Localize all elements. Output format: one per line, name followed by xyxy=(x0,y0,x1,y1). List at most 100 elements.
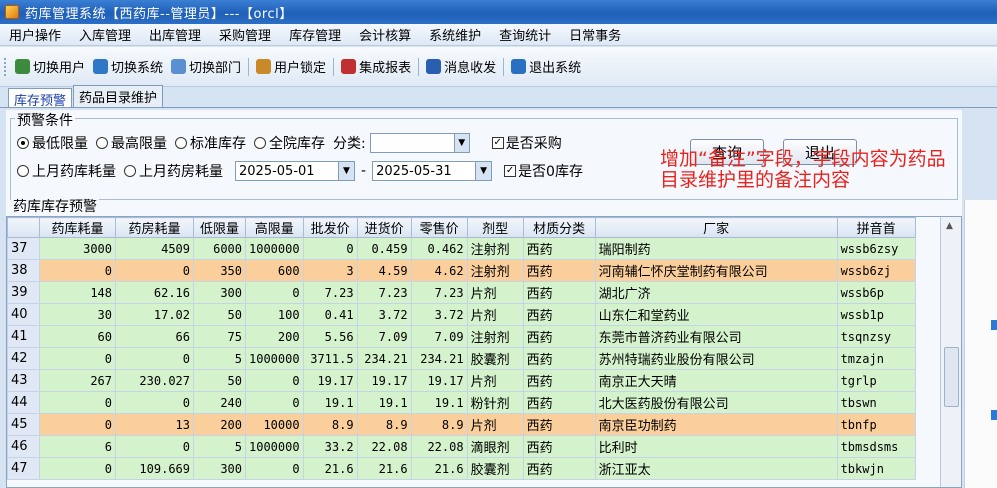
row-number: 41 xyxy=(7,325,40,348)
toolbar-button-1[interactable]: 切换系统 xyxy=(89,57,167,76)
chevron-down-icon[interactable]: ▼ xyxy=(475,162,492,180)
toolbar-button-3[interactable]: 用户锁定 xyxy=(252,57,330,76)
radio-max-limit[interactable]: 最高限量 xyxy=(96,133,167,153)
table-cell: 5.56 xyxy=(302,325,358,348)
column-header-1[interactable]: 药库耗量 xyxy=(39,217,116,238)
column-header-2[interactable]: 药房耗量 xyxy=(115,217,194,238)
table-cell: 350 xyxy=(193,259,246,282)
menu-item-2[interactable]: 出库管理 xyxy=(140,25,210,44)
menu-item-4[interactable]: 库存管理 xyxy=(280,25,350,44)
menu-item-7[interactable]: 查询统计 xyxy=(490,25,560,44)
radio-hospital-stock[interactable]: 全院库存 xyxy=(254,133,325,153)
table-cell: 21.6 xyxy=(302,457,358,480)
table-cell: wssb6zsy xyxy=(836,237,916,260)
table-cell: 0 xyxy=(115,347,194,370)
purchase-checkbox[interactable]: ✓ 是否采购 xyxy=(491,133,562,153)
table-cell: 0 xyxy=(39,347,116,370)
column-header-6[interactable]: 进货价 xyxy=(356,217,412,238)
table-cell: 19.17 xyxy=(302,369,358,392)
toolbar-button-2[interactable]: 切换部门 xyxy=(167,57,245,76)
conditions-row-2: 上月药库耗量 上月药房耗量 2025-05-01 ▼ - 2025-05-31 … xyxy=(17,161,583,181)
table-cell: 10000 xyxy=(245,413,304,436)
vertical-scrollbar[interactable]: ▲ xyxy=(940,217,961,487)
table-cell: 0 xyxy=(302,237,358,260)
radio-pharmacy-usage-dispensary[interactable]: 上月药房耗量 xyxy=(124,161,223,181)
table-cell: 3711.5 xyxy=(302,347,358,370)
table-cell: tbnfp xyxy=(836,413,916,436)
column-header-7[interactable]: 零售价 xyxy=(410,217,468,238)
table-cell: 注射剂 xyxy=(466,325,524,348)
table-cell: 200 xyxy=(193,413,246,436)
radio-min-limit[interactable]: 最低限量 xyxy=(17,133,88,153)
menu-item-6[interactable]: 系统维护 xyxy=(420,25,490,44)
column-header-0[interactable] xyxy=(7,217,40,238)
table-row[interactable]: 40 30 17.02 50 100 0.41 3.72 3.72 片剂 西药 山东仁和堂药业 wss… xyxy=(7,303,916,326)
toolbar-button-4[interactable]: 集成报表 xyxy=(337,57,415,76)
table-row[interactable]: 38 0 0 350 600 3 4.59 4.62 注射剂 西药 河南辅仁怀庆堂制药有限公司 wss… xyxy=(7,259,916,282)
table-cell: 13 xyxy=(115,413,194,436)
table-cell: 75 xyxy=(193,325,246,348)
chevron-down-icon[interactable]: ▼ xyxy=(453,134,469,152)
table-cell: 山东仁和堂药业 xyxy=(594,303,838,326)
scroll-up-icon[interactable]: ▲ xyxy=(946,221,953,231)
table-cell: 瑞阳制药 xyxy=(594,237,838,260)
radio-label: 上月药房耗量 xyxy=(139,164,223,180)
tab-drug-catalog[interactable]: 药品目录维护 xyxy=(73,85,164,107)
radio-pharmacy-usage-warehouse[interactable]: 上月药库耗量 xyxy=(17,161,116,181)
table-cell: 230.027 xyxy=(115,369,194,392)
table-cell: 西药 xyxy=(522,369,596,392)
column-header-11[interactable]: 拼音首 xyxy=(836,217,916,238)
table-cell: 西药 xyxy=(522,435,596,458)
table-cell: wssb1p xyxy=(836,303,916,326)
table-cell: 267 xyxy=(39,369,116,392)
toolbar-button-6[interactable]: 退出系统 xyxy=(507,57,585,76)
category-select[interactable]: ▼ xyxy=(369,133,470,153)
table-header-row: 药库耗量 药房耗量 低限量 高限量 批发价 进货价 零售价 剂型 材质分类 厂家 拼音首 xyxy=(7,217,916,238)
checkbox-label: 是否采购 xyxy=(505,136,562,152)
column-header-3[interactable]: 低限量 xyxy=(193,217,246,238)
column-header-5[interactable]: 批发价 xyxy=(302,217,358,238)
toolbar-label: 切换部门 xyxy=(189,61,242,76)
column-header-9[interactable]: 材质分类 xyxy=(522,217,596,238)
menu-item-1[interactable]: 入库管理 xyxy=(70,25,140,44)
menu-item-5[interactable]: 会计核算 xyxy=(350,25,420,44)
column-header-8[interactable]: 剂型 xyxy=(466,217,524,238)
table-row[interactable]: 47 0 109.669 300 0 21.6 21.6 21.6 胶囊剂 西药 浙江亚太 tbkwj… xyxy=(7,457,916,480)
table-cell: 河南辅仁怀庆堂制药有限公司 xyxy=(594,259,838,282)
table-row[interactable]: 46 6 0 5 1000000 33.2 22.08 22.08 滴眼剂 西药 比利时 tbmsds… xyxy=(7,435,916,458)
table-row[interactable]: 43 267 230.027 50 0 19.17 19.17 19.17 片剂 西药 南京正大天晴… xyxy=(7,369,916,392)
table-cell: 注射剂 xyxy=(466,259,524,282)
tab-stock-warning[interactable]: 库存预警 xyxy=(8,88,73,109)
table-row[interactable]: 42 0 0 5 1000000 3711.5 234.21 234.21 胶囊剂 西药 苏州特瑞药… xyxy=(7,347,916,370)
table-row[interactable]: 41 60 66 75 200 5.56 7.09 7.09 注射剂 西药 东莞市普济药业有限公司 t… xyxy=(7,325,916,348)
table-row[interactable]: 45 0 13 200 10000 8.9 8.9 8.9 片剂 西药 南京臣功制药 tbnfp xyxy=(7,413,916,436)
menu-item-8[interactable]: 日常事务 xyxy=(560,25,630,44)
message-icon xyxy=(426,59,442,74)
date-from-picker[interactable]: 2025-05-01 ▼ xyxy=(235,161,355,181)
chevron-down-icon[interactable]: ▼ xyxy=(338,162,354,180)
table-cell: 19.1 xyxy=(410,391,468,414)
table-cell: 西药 xyxy=(522,391,596,414)
scroll-thumb[interactable] xyxy=(944,347,959,407)
table-cell: tbmsdsms xyxy=(836,435,916,458)
table-cell: 0.459 xyxy=(356,237,412,260)
table-cell: 0 xyxy=(115,435,194,458)
toolbar-button-0[interactable]: 切换用户 xyxy=(11,57,89,76)
table-row[interactable]: 37 3000 4509 6000 1000000 0 0.459 0.462 注射剂 西药 瑞阳制… xyxy=(7,237,916,260)
radio-standard-stock[interactable]: 标准库存 xyxy=(175,133,246,153)
column-header-10[interactable]: 厂家 xyxy=(594,217,838,238)
table-cell: 滴眼剂 xyxy=(466,435,524,458)
zero-stock-checkbox[interactable]: ✓ 是否0库存 xyxy=(504,161,583,181)
row-number: 39 xyxy=(7,281,40,304)
menu-item-0[interactable]: 用户操作 xyxy=(0,25,70,44)
table-row[interactable]: 39 148 62.16 300 0 7.23 7.23 7.23 片剂 西药 湖北广济 wssb6p xyxy=(7,281,916,304)
column-header-4[interactable]: 高限量 xyxy=(245,217,304,238)
toolbar-grip[interactable] xyxy=(4,57,7,76)
menu-item-3[interactable]: 采购管理 xyxy=(210,25,280,44)
table-cell: 148 xyxy=(39,281,116,304)
table-cell: 5 xyxy=(193,347,246,370)
table-row[interactable]: 44 0 0 240 0 19.1 19.1 19.1 粉针剂 西药 北大医药股份有限公司 tbswn xyxy=(7,391,916,414)
table-cell: 200 xyxy=(245,325,304,348)
date-to-picker[interactable]: 2025-05-31 ▼ xyxy=(372,161,493,181)
toolbar-button-5[interactable]: 消息收发 xyxy=(422,57,500,76)
